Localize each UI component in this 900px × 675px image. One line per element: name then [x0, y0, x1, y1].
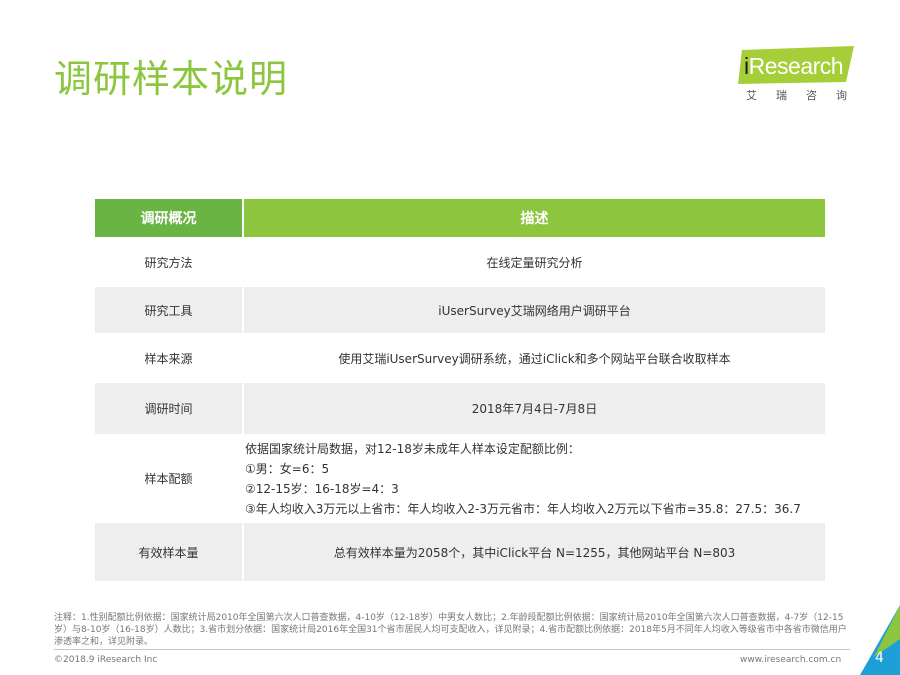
row-label: 研究工具 — [95, 287, 242, 333]
table-row: 有效样本量 总有效样本量为2058个，其中iClick平台 N=1255，其他网… — [95, 523, 825, 581]
logo-subtitle: 艾瑞咨询 — [746, 89, 866, 102]
footer-copyright: ©2018.9 iResearch Inc — [54, 655, 158, 665]
row-label: 有效样本量 — [95, 523, 242, 581]
quota-line: ③年人均收入3万元以上省市：年人均收入2-3万元省市：年人均收入2万元以下省市=… — [245, 501, 801, 516]
iresearch-logo: iResearch 艾瑞咨询 — [738, 46, 863, 106]
row-desc: 总有效样本量为2058个，其中iClick平台 N=1255，其他网站平台 N=… — [244, 523, 825, 581]
table-row: 调研时间 2018年7月4日-7月8日 — [95, 383, 825, 434]
row-desc: 使用艾瑞iUserSurvey调研系统，通过iClick和多个网站平台联合收取样… — [338, 351, 731, 366]
table-header: 调研概况 描述 — [95, 199, 825, 237]
quota-line: 依据国家统计局数据，对12-18岁未成年人样本设定配额比例： — [245, 441, 580, 456]
footnote: 注释：1.性别配额比例依据：国家统计局2010年全国第六次人口普查数据，4-10… — [54, 613, 847, 647]
row-label: 研究方法 — [144, 255, 193, 270]
page-number: 4 — [875, 650, 884, 666]
row-desc: 在线定量研究分析 — [486, 255, 583, 270]
survey-sample-table: 调研概况 描述 研究方法 在线定量研究分析 研究工具 iUserSurvey艾瑞… — [95, 199, 825, 581]
table-row: 样本来源 使用艾瑞iUserSurvey调研系统，通过iClick和多个网站平台… — [95, 335, 825, 381]
table-row: 样本配额 依据国家统计局数据，对12-18岁未成年人样本设定配额比例： ①男：女… — [95, 436, 825, 521]
row-label: 样本配额 — [144, 472, 193, 486]
row-desc-multiline: 依据国家统计局数据，对12-18岁未成年人样本设定配额比例： ①男：女=6：5 … — [244, 436, 825, 521]
row-desc: 2018年7月4日-7月8日 — [244, 383, 825, 434]
quota-lines: 依据国家统计局数据，对12-18岁未成年人样本设定配额比例： ①男：女=6：5 … — [245, 439, 801, 519]
header-overview: 调研概况 — [95, 199, 242, 237]
logo-brand-rest: Research — [748, 53, 844, 79]
row-desc: iUserSurvey艾瑞网络用户调研平台 — [244, 287, 825, 333]
row-label: 样本来源 — [144, 351, 193, 366]
table-row: 研究方法 在线定量研究分析 — [95, 239, 825, 285]
quota-line: ①男：女=6：5 — [245, 461, 330, 476]
table-row: 研究工具 iUserSurvey艾瑞网络用户调研平台 — [95, 287, 825, 333]
logo-brand-text: iResearch — [744, 53, 844, 80]
footer-website: www.iresearch.com.cn — [740, 655, 842, 665]
page-title: 调研样本说明 — [54, 57, 289, 101]
footer-divider — [54, 649, 850, 650]
header-description: 描述 — [244, 199, 825, 237]
row-label: 调研时间 — [95, 383, 242, 434]
quota-line: ②12-15岁：16-18岁=4：3 — [245, 481, 399, 496]
